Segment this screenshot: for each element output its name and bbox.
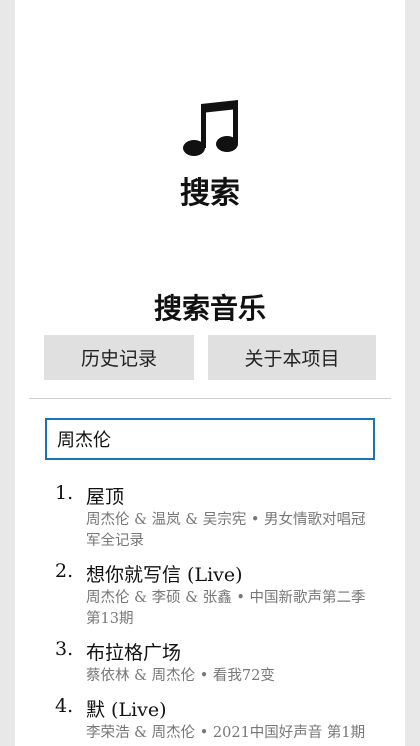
list-item-index: 4. xyxy=(55,695,74,717)
list-item-index: 2. xyxy=(55,560,74,582)
search-input[interactable] xyxy=(45,418,375,460)
song-title: 布拉格广场 xyxy=(86,642,182,664)
song-title: 想你就写信 (Live) xyxy=(86,564,243,586)
song-title: 屋顶 xyxy=(86,486,125,508)
page-title: 搜索音乐 xyxy=(153,292,266,325)
history-button[interactable]: 历史记录 xyxy=(44,335,194,380)
song-meta: 李荣浩 & 周杰伦 • 2021中国好声音 第1期 xyxy=(86,725,366,741)
song-meta: 蔡依林 & 周杰伦 • 看我72变 xyxy=(86,668,275,684)
list-item-index: 3. xyxy=(55,638,74,660)
song-meta: 周杰伦 & 李硕 & 张鑫 • 中国新歌声第二季 第13期 xyxy=(86,590,366,627)
main-card: 搜索 搜索音乐 历史记录 关于本项目 1. 屋顶 周杰伦 & 温岚 & 吴宗宪 … xyxy=(15,0,405,746)
song-meta: 周杰伦 & 温岚 & 吴宗宪 • 男女情歌对唱冠军全记录 xyxy=(86,512,366,549)
divider xyxy=(29,398,391,399)
music-note-icon xyxy=(15,98,405,162)
list-item-index: 1. xyxy=(55,482,74,504)
app-title: 搜索 xyxy=(180,176,240,211)
about-button[interactable]: 关于本项目 xyxy=(208,335,376,380)
song-title: 默 (Live) xyxy=(86,699,167,721)
